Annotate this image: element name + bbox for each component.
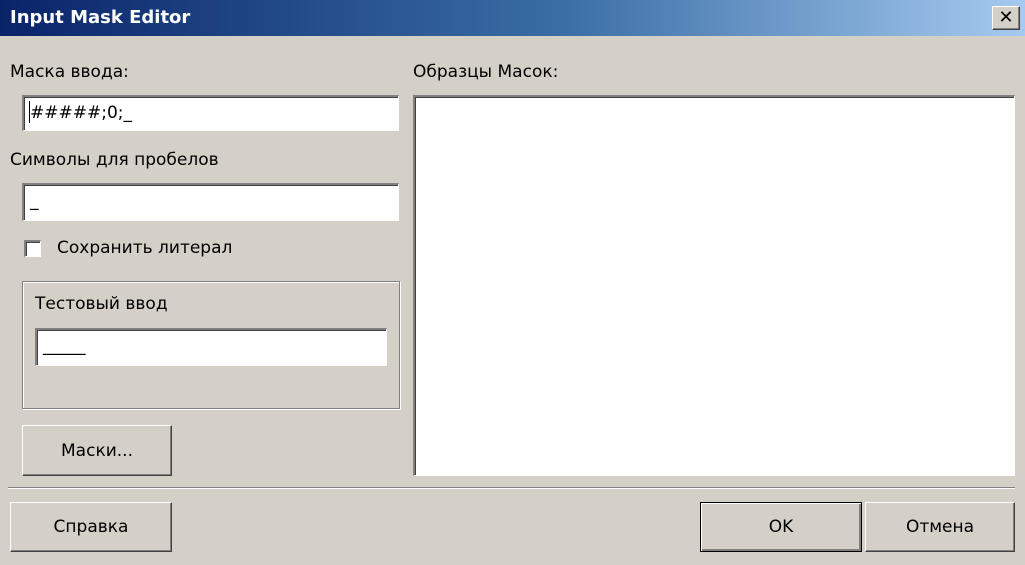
test-input-field[interactable]: _____ [35,328,387,366]
close-icon: ✕ [998,7,1014,28]
help-button[interactable]: Справка [10,502,172,552]
footer-separator [8,487,1015,489]
save-literal-label: Сохранить литерал [57,238,233,258]
masks-button[interactable]: Маски... [22,425,172,476]
close-button[interactable]: ✕ [992,6,1020,30]
placeholder-chars-value: _ [30,191,39,211]
mask-input-value: #####;0;_ [30,103,132,123]
samples-label: Образцы Масок: [413,62,559,82]
placeholder-chars-label: Символы для пробелов [10,150,219,170]
save-literal-checkbox[interactable] [24,240,41,257]
ok-button[interactable]: OK [700,502,862,552]
cancel-button[interactable]: Отмена [865,502,1015,552]
test-input-group: Тестовый ввод _____ [22,281,400,409]
placeholder-chars-field[interactable]: _ [22,183,399,221]
mask-input-label: Маска ввода: [10,62,129,82]
window-title: Input Mask Editor [10,7,191,28]
mask-input-field[interactable]: #####;0;_ [22,95,399,131]
test-input-value: _____ [43,336,86,356]
samples-list[interactable] [413,95,1015,476]
test-input-label: Тестовый ввод [35,294,168,314]
title-bar[interactable]: Input Mask Editor ✕ [0,0,1025,36]
